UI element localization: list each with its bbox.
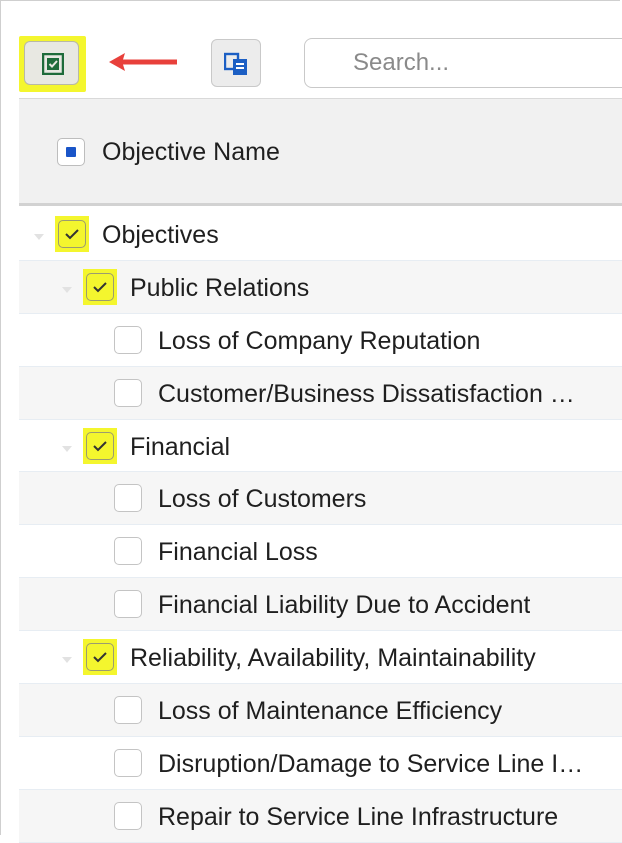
row-checkbox[interactable] xyxy=(114,590,142,619)
tree-row-label: Public Relations xyxy=(130,273,310,302)
row-checkbox-checked[interactable] xyxy=(86,643,114,672)
tree-row-label: Reliability, Availability, Maintainabili… xyxy=(130,644,536,673)
tree-row[interactable]: Public Relations xyxy=(19,260,622,314)
row-checkbox[interactable] xyxy=(114,537,142,566)
copy-icon xyxy=(224,52,247,75)
tree-row-label: Objectives xyxy=(102,221,219,249)
expand-caret-icon[interactable] xyxy=(62,445,72,452)
row-checkbox[interactable] xyxy=(114,801,142,830)
tree-row-label: Financial xyxy=(130,432,231,461)
toolbar xyxy=(19,36,622,92)
row-checkbox-checked[interactable] xyxy=(86,431,114,460)
tree-row[interactable]: Financial Loss xyxy=(19,525,622,579)
checkmark-icon xyxy=(65,229,79,240)
tree-row[interactable]: Loss of Customers xyxy=(19,472,622,526)
row-checkbox[interactable] xyxy=(114,325,142,354)
header-select-checkbox[interactable] xyxy=(57,138,85,166)
row-checkbox[interactable] xyxy=(114,748,142,777)
row-checkbox-checked[interactable] xyxy=(58,220,86,248)
tree-row[interactable]: Objectives xyxy=(19,208,622,261)
copy-button[interactable] xyxy=(211,39,261,87)
tree-row-label: Loss of Maintenance Efficiency xyxy=(158,697,503,726)
tree-row[interactable]: Financial xyxy=(19,420,622,473)
tree-row[interactable]: Reliability, Availability, Maintainabili… xyxy=(19,631,622,685)
tree-row-label: Loss of Customers xyxy=(158,485,367,514)
row-checkbox[interactable] xyxy=(114,484,142,513)
select-all-button[interactable] xyxy=(19,36,86,92)
checkmark-icon xyxy=(93,440,107,451)
tree-row[interactable]: Loss of Maintenance Efficiency xyxy=(19,684,622,737)
checkmark-icon xyxy=(93,652,107,663)
expand-caret-icon[interactable] xyxy=(62,286,72,293)
indeterminate-mark xyxy=(66,147,76,157)
expand-caret-icon[interactable] xyxy=(62,657,72,664)
tree-row-label: Loss of Company Reputation xyxy=(158,326,481,355)
arrow-left-icon xyxy=(109,53,177,71)
tree-row-label: Customer/Business Dissatisfaction … xyxy=(158,379,575,408)
tree-row-label: Repair to Service Line Infrastructure xyxy=(158,802,559,831)
objective-tree: Objectives Public Relations Loss of Compan… xyxy=(19,208,622,843)
tree-row[interactable]: Customer/Business Dissatisfaction … xyxy=(19,366,622,420)
column-header-label[interactable]: Objective Name xyxy=(102,138,280,166)
column-header: Objective Name xyxy=(19,98,622,206)
tree-row-label: Disruption/Damage to Service Line I… xyxy=(158,749,584,778)
tree-row-label: Financial Liability Due to Accident xyxy=(158,591,531,620)
tree-row[interactable]: Loss of Company Reputation xyxy=(19,314,622,367)
select-all-button-face xyxy=(24,41,79,85)
row-checkbox-checked[interactable] xyxy=(86,272,114,301)
checkbox-select-icon xyxy=(42,53,64,75)
row-checkbox[interactable] xyxy=(114,696,142,725)
expand-caret-icon[interactable] xyxy=(34,234,44,240)
tree-row[interactable]: Disruption/Damage to Service Line I… xyxy=(19,737,622,790)
tree-row[interactable]: Repair to Service Line Infrastructure xyxy=(19,789,622,843)
search-input[interactable] xyxy=(304,38,622,88)
tree-row[interactable]: Financial Liability Due to Accident xyxy=(19,578,622,632)
checkmark-icon xyxy=(93,282,107,293)
tree-row-label: Financial Loss xyxy=(158,538,318,567)
row-checkbox[interactable] xyxy=(114,378,142,407)
